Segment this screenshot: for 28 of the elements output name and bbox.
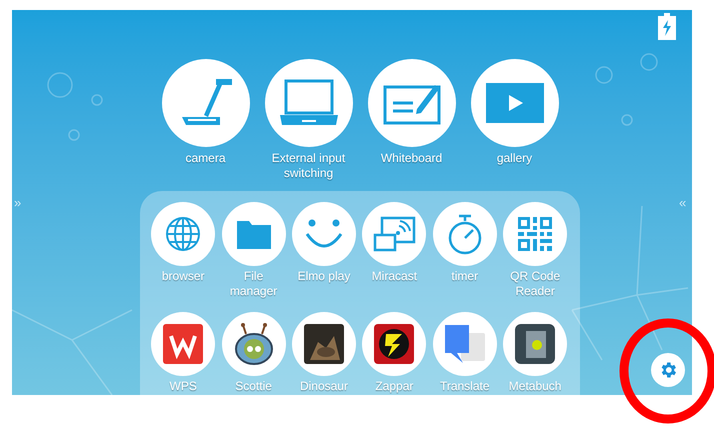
app-label: External input switching (270, 151, 346, 181)
book-icon (515, 324, 556, 364)
qr-code-icon (516, 215, 554, 253)
app-label: gallery (496, 151, 534, 166)
app-label: WPS (168, 379, 198, 394)
lightning-icon (374, 324, 414, 364)
app-label: Scottie (234, 379, 273, 394)
translate-icon (442, 323, 487, 365)
settings-button[interactable] (651, 353, 685, 387)
robot-icon (232, 322, 275, 366)
zigzag-tile-icon (163, 324, 204, 364)
app-label: browser (160, 269, 206, 284)
app-label: File manager (228, 269, 278, 299)
app-label: Miracast (370, 269, 418, 284)
app-label: Elmo play (296, 269, 352, 284)
app-label: camera (184, 151, 226, 166)
app-label: Zappar (374, 379, 414, 394)
app-label: Metabuch (508, 379, 562, 394)
battery-icon (657, 13, 677, 41)
globe-icon (164, 215, 202, 253)
right-arrow[interactable]: « (679, 193, 686, 212)
left-arrow[interactable]: » (14, 193, 22, 212)
screen-cast-icon (372, 215, 416, 253)
app-label: QR Code Reader (509, 269, 562, 299)
app-label: timer (450, 269, 480, 284)
app-label: Translate (438, 379, 491, 394)
app-label: Dinosaur (298, 379, 349, 394)
app-label: Whiteboard (380, 151, 444, 166)
